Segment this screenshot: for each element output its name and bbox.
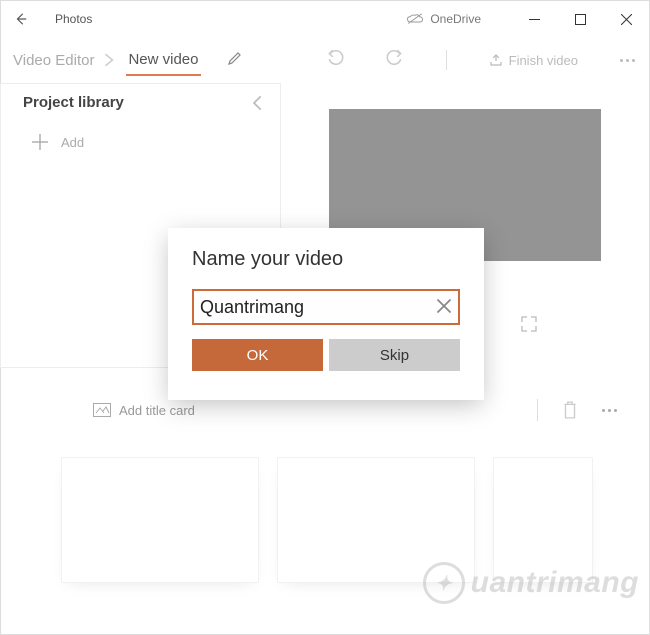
watermark: ✦ uantrimang bbox=[423, 562, 639, 604]
skip-button[interactable]: Skip bbox=[329, 339, 460, 371]
fullscreen-icon[interactable] bbox=[521, 316, 537, 332]
input-wrapper bbox=[192, 289, 460, 325]
onedrive-icon bbox=[406, 13, 424, 25]
dialog-buttons: OK Skip bbox=[192, 339, 460, 371]
separator bbox=[537, 399, 538, 421]
storyboard-clip[interactable] bbox=[61, 457, 259, 583]
breadcrumb-current[interactable]: New video bbox=[126, 45, 200, 76]
watermark-text: uantrimang bbox=[471, 566, 639, 600]
name-video-dialog: Name your video OK Skip bbox=[168, 228, 484, 400]
maximize-icon bbox=[575, 14, 586, 25]
project-library-title: Project library bbox=[23, 94, 124, 111]
toolbar: Video Editor New video Finish video bbox=[1, 37, 649, 83]
collapse-icon[interactable] bbox=[250, 95, 266, 111]
minimize-button[interactable] bbox=[511, 1, 557, 37]
trash-icon[interactable] bbox=[562, 401, 578, 419]
chevron-right-icon bbox=[102, 53, 116, 67]
video-name-input[interactable] bbox=[192, 289, 460, 325]
back-button[interactable] bbox=[11, 9, 31, 29]
close-button[interactable] bbox=[603, 1, 649, 37]
add-label: Add bbox=[61, 135, 84, 150]
add-title-card-button[interactable]: Add title card bbox=[119, 403, 195, 418]
toolbar-right: Finish video bbox=[326, 49, 635, 72]
onedrive-status[interactable]: OneDrive bbox=[406, 12, 481, 26]
dialog-title: Name your video bbox=[192, 248, 460, 271]
finish-video-button[interactable]: Finish video bbox=[489, 53, 578, 68]
close-icon bbox=[621, 14, 632, 25]
title-card-icon bbox=[93, 403, 111, 417]
add-media-button[interactable]: Add bbox=[1, 121, 280, 151]
minimize-icon bbox=[529, 14, 540, 25]
sidebar-header: Project library bbox=[1, 84, 280, 121]
back-arrow-icon bbox=[14, 12, 28, 26]
photos-app-window: Photos OneDrive Video Editor New video bbox=[0, 0, 650, 635]
onedrive-label: OneDrive bbox=[430, 12, 481, 26]
redo-icon bbox=[386, 49, 404, 67]
separator bbox=[446, 50, 447, 70]
window-controls bbox=[511, 1, 649, 37]
maximize-button[interactable] bbox=[557, 1, 603, 37]
finish-video-label: Finish video bbox=[509, 53, 578, 68]
clear-input-button[interactable] bbox=[436, 298, 452, 314]
plus-icon bbox=[31, 133, 49, 151]
bulb-icon: ✦ bbox=[435, 571, 452, 596]
watermark-badge-icon: ✦ bbox=[423, 562, 465, 604]
more-button[interactable] bbox=[620, 59, 635, 62]
storyboard-toolbar-right bbox=[537, 399, 617, 421]
title-bar: Photos OneDrive bbox=[1, 1, 649, 37]
rename-button[interactable] bbox=[227, 50, 243, 71]
export-icon bbox=[489, 53, 503, 67]
undo-icon bbox=[326, 49, 344, 67]
storyboard-more-button[interactable] bbox=[602, 409, 617, 412]
breadcrumb-root[interactable]: Video Editor bbox=[13, 52, 94, 69]
pencil-icon bbox=[227, 50, 243, 66]
undo-button[interactable] bbox=[326, 49, 344, 72]
app-title: Photos bbox=[55, 12, 92, 26]
redo-button[interactable] bbox=[386, 49, 404, 72]
ok-button[interactable]: OK bbox=[192, 339, 323, 371]
